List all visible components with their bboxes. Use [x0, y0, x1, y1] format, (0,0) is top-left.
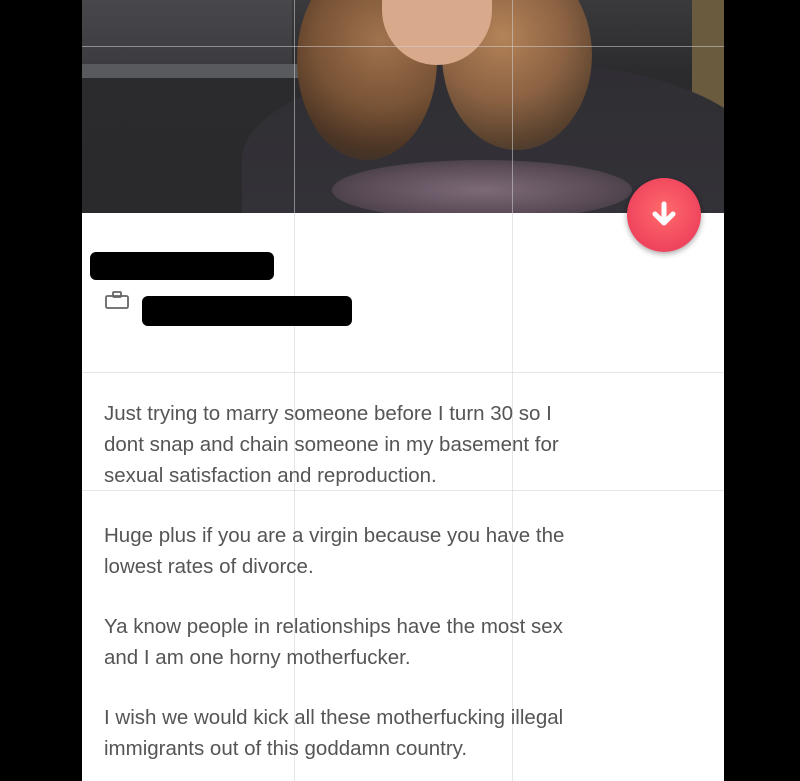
profile-card: Just trying to marry someone before I tu… — [82, 0, 724, 781]
briefcase-icon — [105, 291, 129, 309]
collapse-profile-button[interactable] — [627, 178, 701, 252]
photo-shirt-print — [332, 160, 632, 213]
grid-line — [82, 372, 724, 373]
profile-photo[interactable] — [82, 0, 724, 213]
photo-background-seat — [82, 0, 292, 70]
arrow-down-icon — [652, 201, 676, 226]
bio-paragraph: Huge plus if you are a virgin because yo… — [104, 524, 565, 578]
redacted-job — [142, 296, 352, 326]
bio-paragraph: I wish we would kick all these motherfuc… — [104, 706, 564, 760]
bio-paragraph: Just trying to marry someone before I tu… — [104, 402, 559, 487]
grid-line — [82, 46, 724, 47]
photo-background-band — [82, 64, 312, 78]
profile-bio: Just trying to marry someone before I tu… — [104, 398, 704, 781]
bio-paragraph: Ya know people in relationships have the… — [104, 615, 563, 669]
redacted-name — [90, 252, 274, 280]
